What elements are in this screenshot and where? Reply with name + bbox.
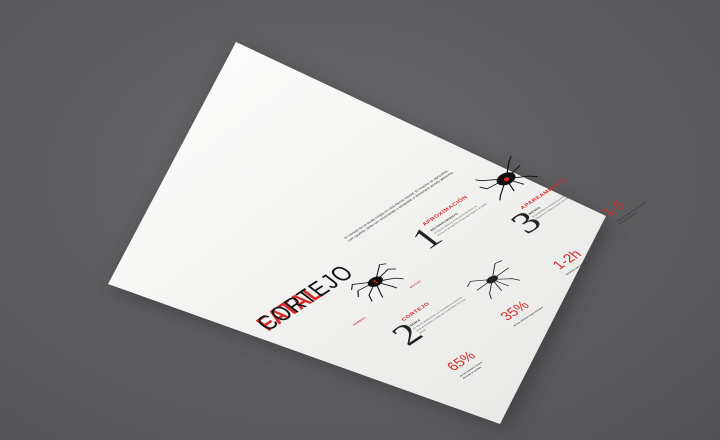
male-spider-illustration [466, 260, 521, 300]
female-label: HEMBRA [351, 316, 367, 327]
mating-spider-illustration [475, 156, 539, 201]
stat-3-value: 1-2h [549, 247, 586, 273]
step-1-text: El macho detecta la tela de la hembra y … [433, 202, 488, 237]
male-label: MACHO [408, 279, 423, 289]
female-spider-illustration [351, 263, 404, 302]
stat-2-value: 35% [497, 298, 533, 324]
poster-title: CORTEJO FATAL [251, 260, 361, 336]
step-3-text: Si la hembra lo acepta se produce la cóp… [531, 186, 579, 221]
step-2-text: El macho vibra la tela con movimientos r… [412, 296, 467, 335]
